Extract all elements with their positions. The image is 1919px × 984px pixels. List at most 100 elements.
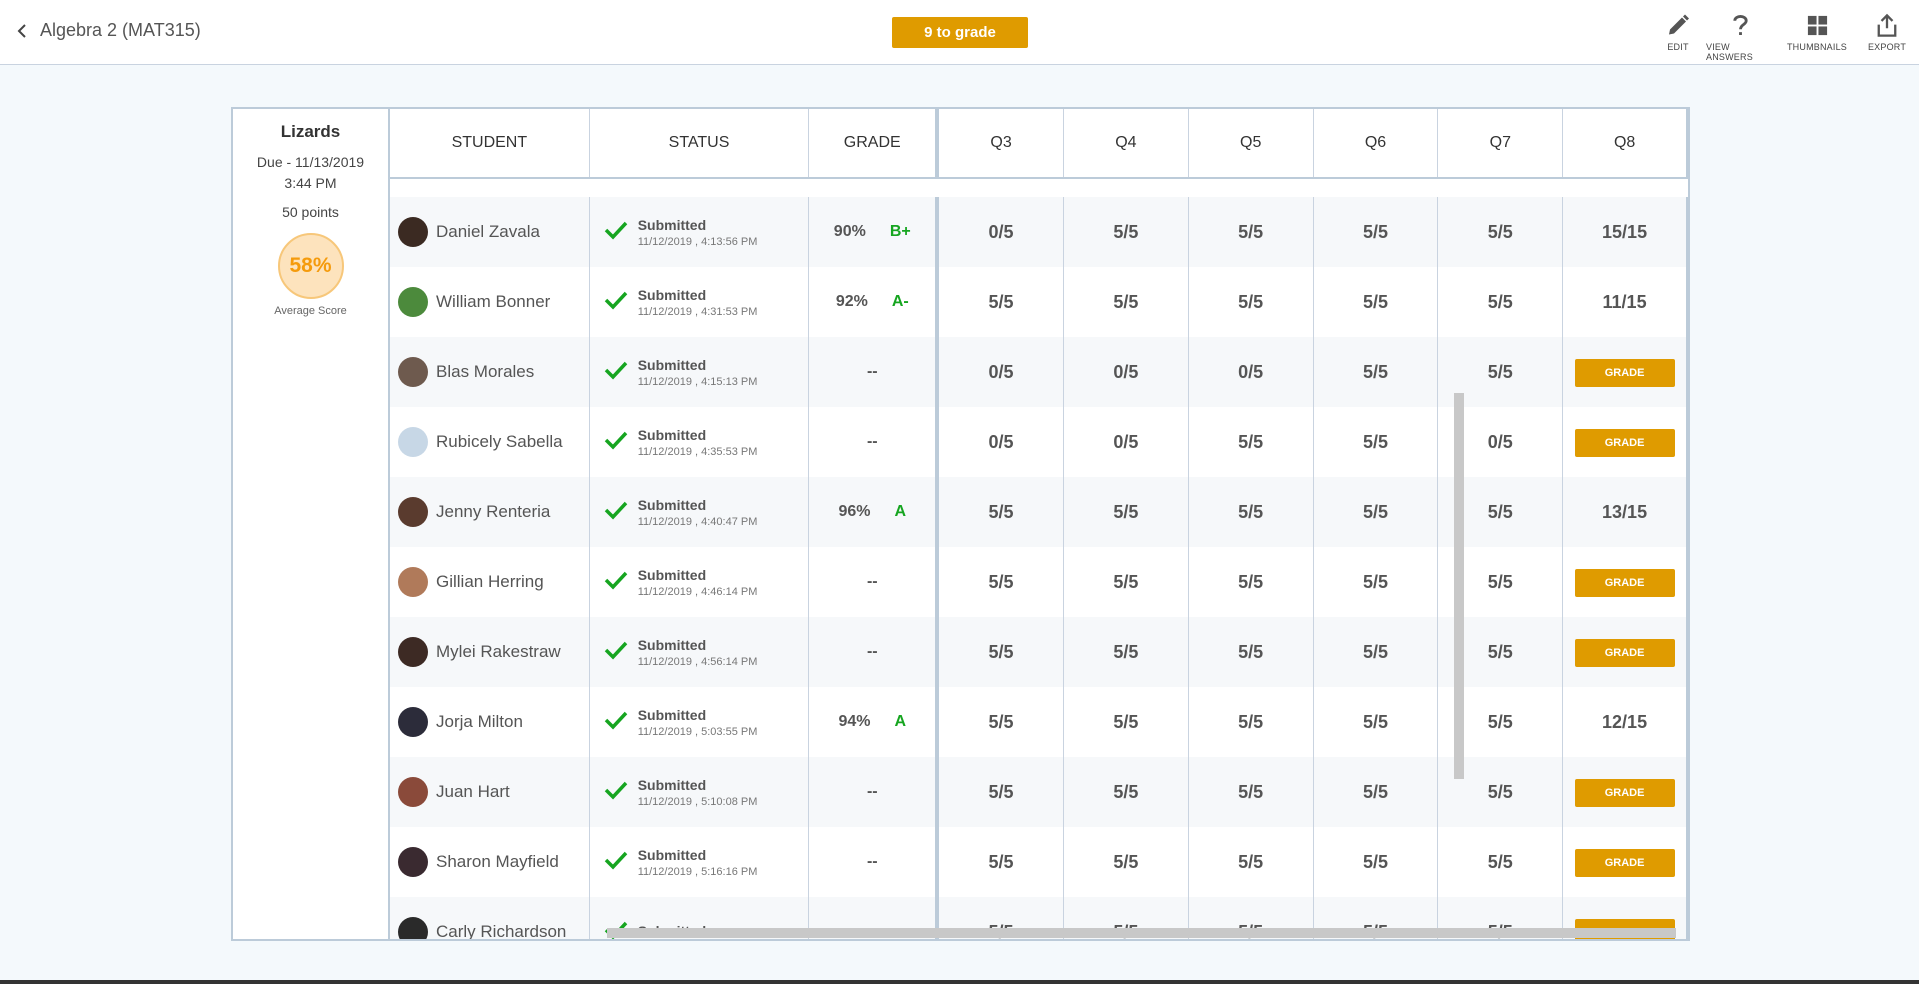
student-cell[interactable]: Mylei Rakestraw bbox=[390, 617, 590, 687]
question-score[interactable]: 5/5 bbox=[1314, 757, 1439, 827]
header-q7[interactable]: Q7 bbox=[1438, 109, 1564, 177]
question-score[interactable]: 5/5 bbox=[1189, 407, 1314, 477]
header-q8[interactable]: Q8 bbox=[1563, 109, 1688, 177]
points: 50 points bbox=[282, 204, 339, 220]
question-score[interactable]: 5/5 bbox=[939, 757, 1064, 827]
question-score[interactable]: 0/5 bbox=[1189, 337, 1314, 407]
question-score[interactable]: 5/5 bbox=[939, 617, 1064, 687]
question-score[interactable]: 0/5 bbox=[1064, 337, 1189, 407]
student-name[interactable]: Sharon Mayfield bbox=[436, 852, 559, 872]
question-score[interactable]: 11/15 bbox=[1563, 267, 1688, 337]
question-score[interactable]: 5/5 bbox=[1314, 827, 1439, 897]
question-score[interactable]: 5/5 bbox=[1064, 267, 1189, 337]
question-score[interactable]: 5/5 bbox=[939, 827, 1064, 897]
student-name[interactable]: Blas Morales bbox=[436, 362, 534, 382]
student-name[interactable]: Mylei Rakestraw bbox=[436, 642, 561, 662]
question-score[interactable]: 5/5 bbox=[1314, 477, 1439, 547]
header-student[interactable]: STUDENT bbox=[390, 109, 590, 177]
question-score[interactable]: 5/5 bbox=[1189, 617, 1314, 687]
question-cell: GRADE bbox=[1563, 337, 1688, 407]
grade-button[interactable]: GRADE bbox=[1574, 779, 1675, 808]
question-score[interactable]: 5/5 bbox=[1189, 547, 1314, 617]
question-score[interactable]: 5/5 bbox=[1189, 757, 1314, 827]
question-score[interactable]: 5/5 bbox=[1064, 547, 1189, 617]
question-score[interactable]: 5/5 bbox=[1314, 617, 1439, 687]
grade-button[interactable]: GRADE bbox=[1574, 569, 1675, 598]
edit-button[interactable]: EDIT bbox=[1664, 13, 1692, 52]
question-score[interactable]: 5/5 bbox=[1064, 687, 1189, 757]
student-name[interactable]: Carly Richardson bbox=[436, 922, 566, 939]
pencil-icon bbox=[1669, 14, 1689, 35]
question-score[interactable]: 0/5 bbox=[1064, 407, 1189, 477]
question-score[interactable]: 5/5 bbox=[1189, 267, 1314, 337]
grade-button[interactable]: GRADE bbox=[1574, 639, 1675, 668]
student-cell[interactable]: Daniel Zavala bbox=[390, 197, 590, 267]
avatar bbox=[398, 777, 428, 807]
question-score[interactable]: 5/5 bbox=[939, 477, 1064, 547]
student-cell[interactable]: Jenny Renteria bbox=[390, 477, 590, 547]
question-score[interactable]: 0/5 bbox=[939, 197, 1064, 267]
header-q3[interactable]: Q3 bbox=[939, 109, 1064, 177]
avatar bbox=[398, 497, 428, 527]
question-score[interactable]: 5/5 bbox=[1438, 267, 1564, 337]
question-score[interactable]: 0/5 bbox=[939, 337, 1064, 407]
export-button[interactable]: EXPORT bbox=[1866, 13, 1908, 52]
status-cell: Submitted 11/12/2019 , 4:35:53 PM bbox=[590, 407, 810, 477]
student-name[interactable]: Rubicely Sabella bbox=[436, 432, 563, 452]
question-score[interactable]: 5/5 bbox=[939, 267, 1064, 337]
question-score[interactable]: 5/5 bbox=[1189, 687, 1314, 757]
question-score[interactable]: 5/5 bbox=[1189, 197, 1314, 267]
student-name[interactable]: William Bonner bbox=[436, 292, 550, 312]
student-cell[interactable]: Blas Morales bbox=[390, 337, 590, 407]
question-score[interactable]: 5/5 bbox=[1189, 827, 1314, 897]
grade-button[interactable]: GRADE bbox=[1574, 429, 1675, 458]
question-score[interactable]: 13/15 bbox=[1563, 477, 1688, 547]
to-grade-button[interactable]: 9 to grade bbox=[892, 17, 1028, 48]
grade-button[interactable]: GRADE bbox=[1574, 849, 1675, 878]
question-score[interactable]: 5/5 bbox=[939, 687, 1064, 757]
header-q5[interactable]: Q5 bbox=[1189, 109, 1314, 177]
question-score[interactable]: 5/5 bbox=[1314, 407, 1439, 477]
check-icon bbox=[604, 570, 628, 595]
header-status[interactable]: STATUS bbox=[590, 109, 810, 177]
student-cell[interactable]: Sharon Mayfield bbox=[390, 827, 590, 897]
student-name[interactable]: Jenny Renteria bbox=[436, 502, 550, 522]
header-q4[interactable]: Q4 bbox=[1064, 109, 1189, 177]
student-cell[interactable]: Carly Richardson bbox=[390, 897, 590, 939]
question-score[interactable]: 5/5 bbox=[1314, 267, 1439, 337]
question-score[interactable]: 5/5 bbox=[1314, 547, 1439, 617]
question-score[interactable]: 12/15 bbox=[1563, 687, 1688, 757]
question-score[interactable]: 5/5 bbox=[1314, 337, 1439, 407]
question-score[interactable]: 5/5 bbox=[939, 547, 1064, 617]
question-score[interactable]: 15/15 bbox=[1563, 197, 1688, 267]
student-name[interactable]: Gillian Herring bbox=[436, 572, 544, 592]
question-score[interactable]: 5/5 bbox=[1064, 197, 1189, 267]
question-score[interactable]: 5/5 bbox=[1189, 477, 1314, 547]
header-q6[interactable]: Q6 bbox=[1314, 109, 1439, 177]
student-cell[interactable]: William Bonner bbox=[390, 267, 590, 337]
view-answers-button[interactable]: VIEW ANSWERS bbox=[1706, 13, 1774, 62]
student-cell[interactable]: Rubicely Sabella bbox=[390, 407, 590, 477]
header-grade[interactable]: GRADE bbox=[809, 109, 940, 177]
student-cell[interactable]: Juan Hart bbox=[390, 757, 590, 827]
question-score[interactable]: 5/5 bbox=[1064, 477, 1189, 547]
vertical-scrollbar[interactable] bbox=[1454, 393, 1464, 779]
grade-button[interactable]: GRADE bbox=[1574, 359, 1675, 388]
student-cell[interactable]: Jorja Milton bbox=[390, 687, 590, 757]
horizontal-scrollbar[interactable] bbox=[607, 928, 1676, 938]
student-name[interactable]: Daniel Zavala bbox=[436, 222, 540, 242]
question-score[interactable]: 5/5 bbox=[1064, 757, 1189, 827]
student-cell[interactable]: Gillian Herring bbox=[390, 547, 590, 617]
thumbnails-button[interactable]: THUMBNAILS bbox=[1786, 13, 1848, 52]
letter-grade: A- bbox=[891, 293, 909, 310]
question-score[interactable]: 0/5 bbox=[939, 407, 1064, 477]
question-score[interactable]: 5/5 bbox=[1064, 617, 1189, 687]
question-score[interactable]: 5/5 bbox=[1438, 197, 1564, 267]
student-name[interactable]: Juan Hart bbox=[436, 782, 510, 802]
question-score[interactable]: 5/5 bbox=[1064, 827, 1189, 897]
question-score[interactable]: 5/5 bbox=[1314, 197, 1439, 267]
back-button[interactable]: Algebra 2 (MAT315) bbox=[16, 20, 201, 41]
question-score[interactable]: 5/5 bbox=[1314, 687, 1439, 757]
question-score[interactable]: 5/5 bbox=[1438, 827, 1564, 897]
student-name[interactable]: Jorja Milton bbox=[436, 712, 523, 732]
